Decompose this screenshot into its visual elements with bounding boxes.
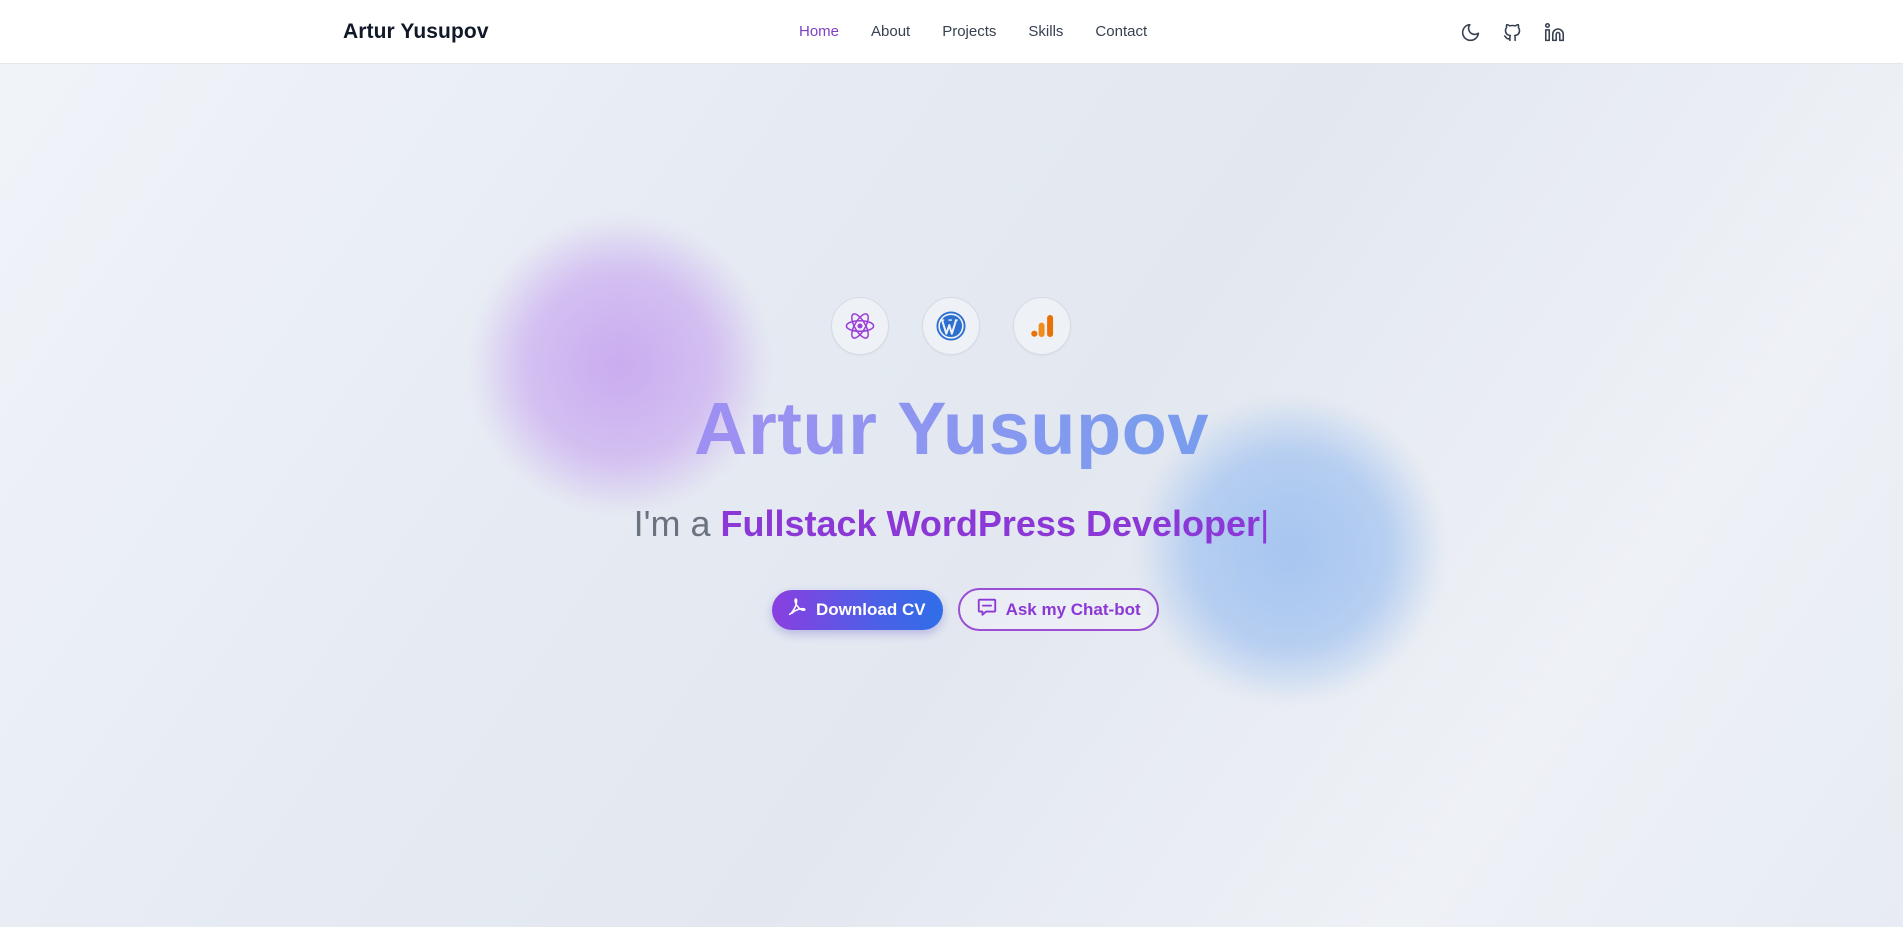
typing-cursor: | xyxy=(1260,503,1270,544)
tech-icons-row xyxy=(831,297,1071,355)
download-cv-button[interactable]: Download CV xyxy=(772,589,943,630)
navbar: Artur Yusupov Home About Projects Skills… xyxy=(0,0,1903,64)
react-icon xyxy=(831,297,889,355)
chatbot-button[interactable]: Ask my Chat-bot xyxy=(957,588,1159,631)
hero-title: Artur Yusupov xyxy=(0,388,1903,469)
nav-link-skills[interactable]: Skills xyxy=(1028,23,1063,40)
moon-icon[interactable] xyxy=(1458,20,1482,44)
linkedin-icon[interactable] xyxy=(1542,20,1566,44)
nav-links: Home About Projects Skills Contact xyxy=(799,23,1179,40)
nav-link-contact[interactable]: Contact xyxy=(1095,23,1147,40)
chatbot-label: Ask my Chat-bot xyxy=(1005,599,1141,619)
download-cv-label: Download CV xyxy=(816,599,926,619)
pdf-icon xyxy=(786,596,808,623)
nav-link-projects[interactable]: Projects xyxy=(942,23,996,40)
hero-subtitle: I'm a Fullstack WordPress Developer| xyxy=(0,503,1903,544)
google-analytics-icon xyxy=(1013,297,1071,355)
nav-link-about[interactable]: About xyxy=(871,23,910,40)
subtitle-prefix: I'm a xyxy=(633,503,711,544)
github-icon[interactable] xyxy=(1500,20,1524,44)
hero-actions: Download CV Ask my Chat-bot xyxy=(772,588,1159,631)
nav-link-home[interactable]: Home xyxy=(799,23,839,40)
subtitle-role: Fullstack WordPress Developer xyxy=(720,503,1261,544)
chat-icon xyxy=(976,596,998,623)
brand-logo-text[interactable]: Artur Yusupov xyxy=(343,20,489,44)
wordpress-icon xyxy=(922,297,980,355)
nav-icons xyxy=(1458,20,1566,44)
